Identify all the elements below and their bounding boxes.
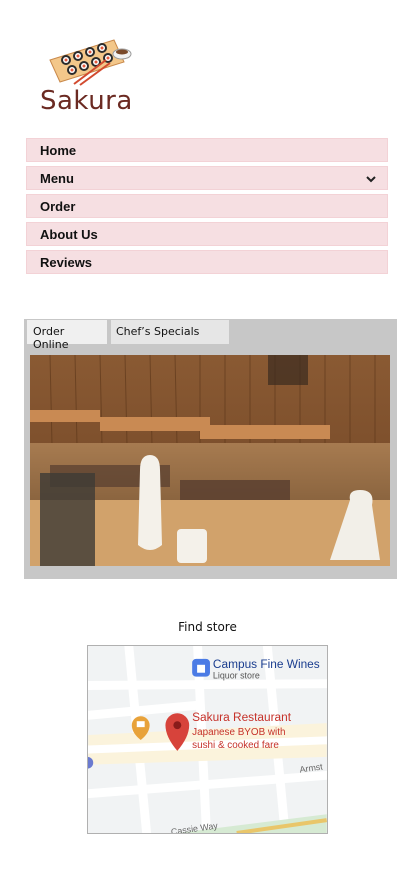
nav-item-label: Reviews	[40, 255, 93, 270]
nav-item-label: Home	[40, 143, 77, 158]
poi-desc-line-1: Japanese BYOB with	[192, 727, 285, 738]
tab-order-online[interactable]: Order Online	[27, 320, 107, 351]
nav-item-about-us[interactable]: About Us	[26, 222, 388, 246]
poi-desc-line-2: sushi & cooked fare	[192, 740, 279, 751]
poi-type-label: Liquor store	[213, 671, 260, 681]
find-store-heading: Find store	[178, 620, 237, 634]
nav-item-label: About Us	[40, 227, 98, 242]
nav-item-home[interactable]: Home	[26, 138, 388, 162]
brand-name: Sakura	[40, 86, 133, 116]
nav-item-order[interactable]: Order	[26, 194, 388, 218]
nav-item-menu[interactable]: Menu	[26, 166, 388, 190]
poi-campus-fine-wines[interactable]: Campus Fine Wines	[213, 657, 320, 671]
nav-item-label: Order	[40, 199, 76, 214]
tab-chefs-specials[interactable]: Chef’s Specials	[111, 320, 229, 344]
main-nav: Home Menu Order About Us Reviews	[26, 138, 388, 278]
nav-item-label: Menu	[40, 171, 74, 186]
nav-item-reviews[interactable]: Reviews	[26, 250, 388, 274]
sushi-logo-icon	[49, 39, 132, 86]
shopping-bag-icon[interactable]	[192, 658, 210, 677]
poi-sakura-restaurant[interactable]: Sakura Restaurant	[192, 710, 292, 724]
store-map[interactable]: Campus Fine Wines Liquor store Sakura Re…	[87, 645, 328, 834]
chevron-down-icon[interactable]	[365, 173, 377, 185]
restaurant-photo	[30, 355, 390, 566]
